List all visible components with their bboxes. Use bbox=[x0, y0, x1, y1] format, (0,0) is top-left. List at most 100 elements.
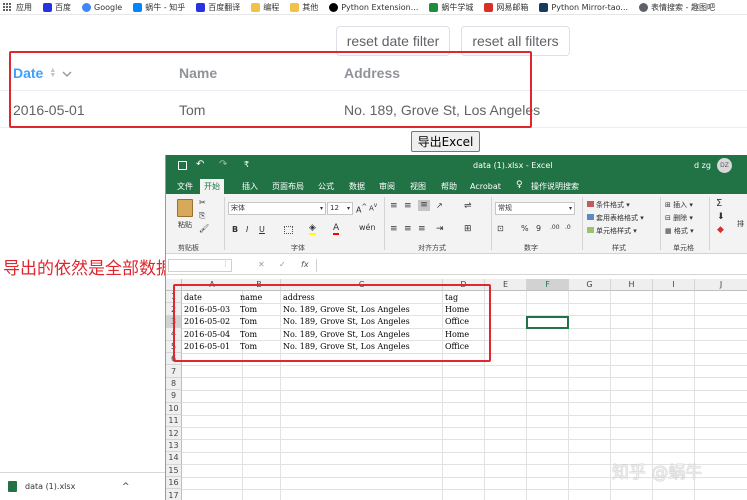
orientation-icon[interactable]: ↗ bbox=[436, 201, 443, 210]
merge-icon[interactable]: ⊞ bbox=[464, 224, 472, 234]
row-header[interactable]: 11 bbox=[166, 415, 182, 428]
tab-home-active[interactable]: 开始 bbox=[200, 179, 224, 194]
align-right-icon[interactable]: ≡ bbox=[418, 224, 426, 234]
column-header[interactable]: E bbox=[485, 279, 527, 291]
format-painter-icon[interactable]: 🖌 bbox=[199, 224, 209, 233]
bookmark-item[interactable]: 应用 bbox=[16, 2, 32, 13]
bold-icon[interactable]: B bbox=[232, 225, 238, 234]
row-header[interactable]: 17 bbox=[166, 489, 182, 500]
bookmark-item[interactable]: 表情搜索 - 趣图吧 bbox=[639, 2, 715, 13]
tab-5[interactable]: 数据 bbox=[345, 179, 369, 194]
column-header[interactable]: H bbox=[611, 279, 653, 291]
bookmark-item[interactable]: Python Extension... bbox=[329, 2, 418, 12]
format-cells-button[interactable]: ▦ 格式 ▾ bbox=[665, 226, 694, 236]
sort-label[interactable]: 排 bbox=[737, 219, 744, 229]
tab-4[interactable]: 公式 bbox=[314, 179, 338, 194]
bookmark-item[interactable]: 百度 bbox=[43, 2, 71, 13]
column-header[interactable]: F bbox=[527, 279, 569, 291]
customize-icon[interactable]: ₹ bbox=[244, 160, 249, 169]
number-format-select[interactable]: 常规 ▾ bbox=[495, 202, 575, 215]
shrink-font-icon[interactable]: Av bbox=[369, 203, 377, 212]
clear-icon[interactable]: ◆ bbox=[717, 225, 724, 235]
wrap-text-icon[interactable]: ⇌ bbox=[464, 201, 472, 211]
align-bottom-icon[interactable]: ≡ bbox=[418, 200, 430, 211]
avatar[interactable]: DZ bbox=[717, 158, 732, 173]
row-header[interactable]: 10 bbox=[166, 402, 182, 415]
bookmark-item[interactable]: 其他 bbox=[290, 2, 318, 13]
column-header[interactable]: J bbox=[695, 279, 747, 291]
formula-input[interactable] bbox=[316, 259, 746, 272]
tab-8[interactable]: 帮助 bbox=[437, 179, 461, 194]
bookmark-item[interactable]: 编程 bbox=[251, 2, 279, 13]
grow-font-icon[interactable]: A^ bbox=[356, 203, 367, 215]
align-top-icon[interactable]: ≡ bbox=[390, 201, 398, 211]
tab-2[interactable]: 插入 bbox=[238, 179, 262, 194]
align-center-icon[interactable]: ≡ bbox=[404, 224, 412, 234]
apps-grid-icon[interactable] bbox=[3, 2, 12, 12]
indent-icon[interactable]: ⇥ bbox=[436, 224, 444, 234]
font-color-icon[interactable]: A bbox=[333, 223, 340, 235]
delete-cells-button[interactable]: ⊟ 删除 ▾ bbox=[665, 213, 693, 223]
column-header[interactable]: G bbox=[569, 279, 611, 291]
conditional-format-button[interactable]: 条件格式 ▾ bbox=[587, 200, 630, 210]
font-size-select[interactable]: 12 ▾ bbox=[327, 202, 353, 215]
cut-icon[interactable]: ✂ bbox=[199, 198, 206, 207]
bookmark-item[interactable]: 蜗牛学城 bbox=[429, 2, 473, 13]
tab-3[interactable]: 页面布局 bbox=[268, 179, 308, 194]
selected-cell[interactable] bbox=[526, 316, 569, 329]
tab-6[interactable]: 审阅 bbox=[375, 179, 399, 194]
folder-icon bbox=[290, 2, 300, 12]
tab-9[interactable]: Acrobat bbox=[466, 179, 505, 194]
underline-icon[interactable]: U bbox=[259, 225, 265, 234]
tab-7[interactable]: 视图 bbox=[406, 179, 430, 194]
font-name-select[interactable]: 宋体 ▾ bbox=[228, 202, 326, 215]
row-header[interactable]: 14 bbox=[166, 452, 182, 465]
increase-decimal-icon[interactable]: .00 bbox=[550, 224, 560, 231]
name-box[interactable]: ⋮ bbox=[168, 259, 232, 272]
fill-color-icon[interactable]: ◈ bbox=[309, 223, 316, 235]
chevron-up-icon[interactable]: ^ bbox=[122, 482, 130, 492]
align-left-icon[interactable]: ≡ bbox=[390, 224, 398, 234]
fill-icon[interactable]: ⬇ bbox=[717, 212, 725, 222]
currency-icon[interactable]: ⊡ bbox=[497, 224, 504, 233]
undo-icon[interactable]: ↶ bbox=[196, 159, 204, 170]
row-header[interactable]: 7 bbox=[166, 365, 182, 378]
column-header[interactable]: I bbox=[653, 279, 695, 291]
row-header[interactable]: 9 bbox=[166, 390, 182, 403]
tell-me-search[interactable]: 操作说明搜索 bbox=[531, 181, 579, 192]
row-header[interactable]: 13 bbox=[166, 439, 182, 453]
download-filename[interactable]: data (1).xlsx bbox=[25, 482, 75, 491]
number-format-value: 常规 bbox=[498, 204, 512, 212]
phonetic-icon[interactable]: wén bbox=[359, 223, 376, 232]
bookmark-item[interactable]: Python Mirror-tao... bbox=[539, 2, 628, 12]
insert-cells-button[interactable]: ⊞ 插入 ▾ bbox=[665, 200, 693, 210]
row-header[interactable]: 8 bbox=[166, 377, 182, 391]
redo-icon[interactable]: ↷ bbox=[219, 159, 227, 170]
comma-icon[interactable]: 9 bbox=[536, 224, 541, 233]
autosum-icon[interactable]: Σ bbox=[716, 198, 722, 209]
align-middle-icon[interactable]: ≡ bbox=[404, 201, 412, 211]
grid-line bbox=[182, 365, 747, 366]
fx-icon[interactable]: fx bbox=[301, 260, 309, 269]
percent-icon[interactable]: % bbox=[521, 224, 529, 233]
export-excel-button[interactable]: 导出Excel bbox=[411, 131, 480, 152]
paste-button[interactable]: 粘贴 bbox=[174, 199, 196, 230]
tab-0[interactable]: 文件 bbox=[173, 179, 197, 194]
decrease-decimal-icon[interactable]: .0 bbox=[565, 224, 571, 231]
bookmark-item[interactable]: Google bbox=[82, 2, 122, 12]
bookmark-label: 蜗牛 - 知乎 bbox=[145, 2, 186, 12]
enter-icon[interactable]: ✓ bbox=[279, 260, 286, 269]
copy-icon[interactable]: ⎘ bbox=[199, 211, 205, 221]
bookmark-item[interactable]: 百度翻译 bbox=[196, 2, 240, 13]
cancel-icon[interactable]: ✕ bbox=[258, 260, 265, 269]
row-header[interactable]: 12 bbox=[166, 427, 182, 440]
bookmark-item[interactable]: 蜗牛 - 知乎 bbox=[133, 2, 185, 13]
row-header[interactable]: 15 bbox=[166, 464, 182, 477]
cell-style-button[interactable]: 单元格样式 ▾ bbox=[587, 226, 637, 236]
row-header[interactable]: 16 bbox=[166, 477, 182, 490]
italic-icon[interactable]: I bbox=[246, 225, 248, 234]
bookmark-item[interactable]: 网易邮箱 bbox=[484, 2, 528, 13]
table-format-button[interactable]: 套用表格格式 ▾ bbox=[587, 213, 644, 223]
save-icon[interactable] bbox=[178, 161, 187, 170]
borders-icon[interactable] bbox=[284, 226, 293, 234]
